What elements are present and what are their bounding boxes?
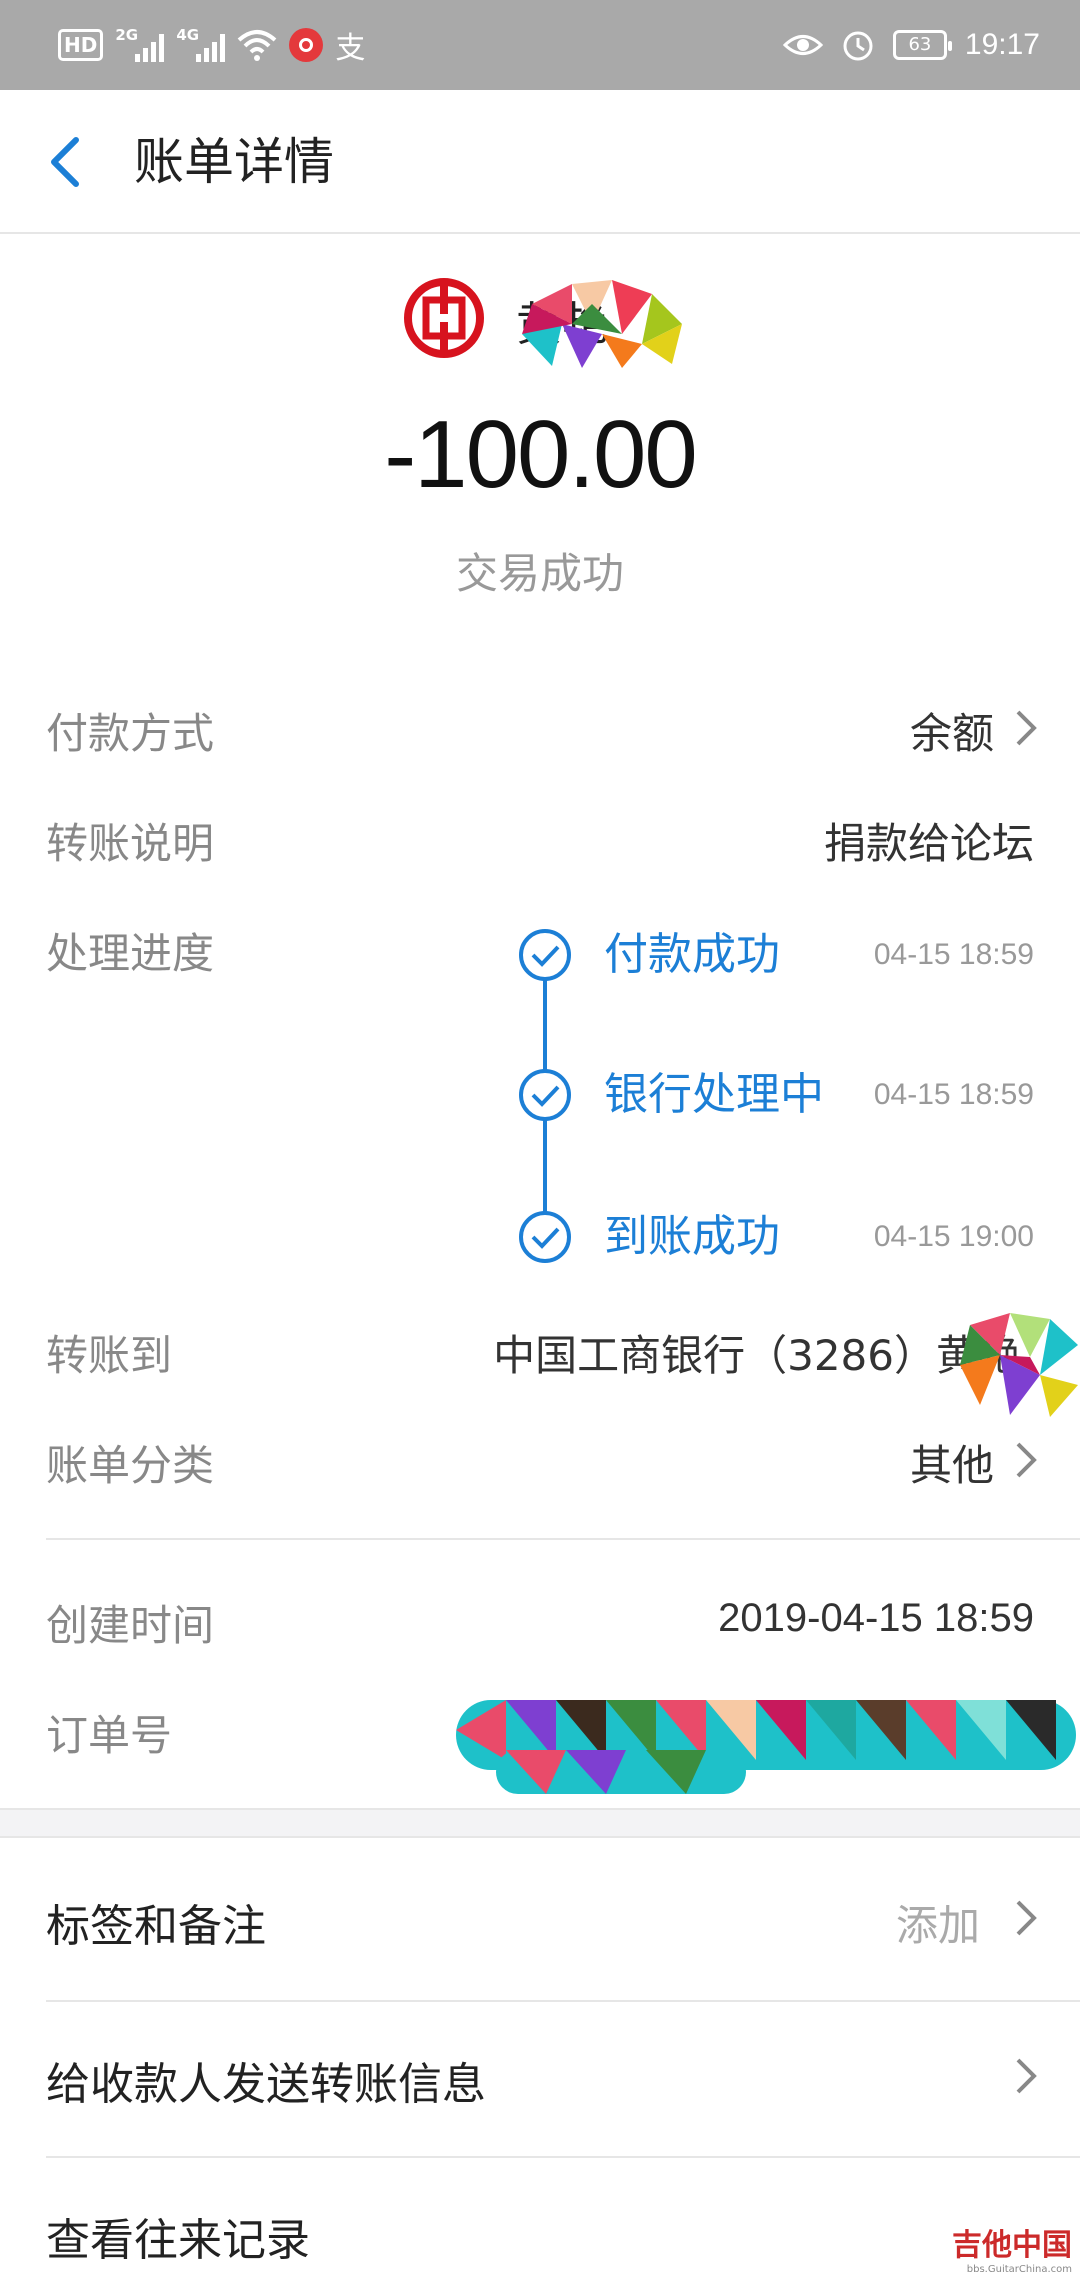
history-label: 查看往来记录: [46, 2215, 310, 2266]
transaction-status: 交易成功: [455, 549, 624, 598]
transfer-to-label: 转账到: [46, 1331, 173, 1380]
battery-icon: 63: [892, 30, 952, 60]
category-value: 其他: [909, 1441, 994, 1490]
section-gap: [0, 1808, 1080, 1838]
network-type-label: 2G: [115, 26, 139, 44]
check-circle-icon: [519, 1069, 571, 1121]
progress-step-label: 银行处理中: [604, 1069, 824, 1120]
watermark-sub: bbs.GuitarChina.com: [966, 2264, 1072, 2275]
payment-method-value: 余额: [909, 709, 994, 758]
hd-badge: HD: [58, 29, 104, 61]
icbc-logo-icon: [404, 278, 484, 358]
progress-step: 到账成功 04-15 19:00: [518, 1210, 1080, 1270]
created-time-label: 创建时间: [46, 1601, 215, 1650]
eye-icon: [782, 35, 823, 55]
chevron-right-icon: [1016, 710, 1037, 746]
signal-2g-icon: 2G: [115, 26, 165, 62]
transfer-note-label: 转账说明: [46, 819, 215, 868]
divider: [46, 1538, 1080, 1540]
redaction-scribble: [960, 1313, 1078, 1417]
watermark: 吉他中国 bbs.GuitarChina.com: [932, 2220, 1072, 2275]
tags-notes-row[interactable]: 标签和备注 添加: [0, 1866, 1080, 1976]
transfer-note-value: 捐款给论坛: [823, 819, 1034, 868]
status-bar-left: HD 2G 4G 支: [58, 22, 365, 68]
watermark-text: 吉他中国: [952, 2228, 1072, 2263]
divider: [46, 2156, 1080, 2158]
network-type-label: 4G: [176, 26, 200, 44]
status-bar-right: 63 19:17: [782, 22, 1040, 68]
payment-method-row[interactable]: 付款方式 余额: [0, 700, 1080, 760]
wifi-icon: [238, 30, 277, 61]
chevron-right-icon: [1016, 1900, 1037, 1936]
payment-method-label: 付款方式: [46, 709, 215, 758]
progress-step: 付款成功 04-15 18:59: [518, 928, 1080, 988]
send-info-label: 给收款人发送转账信息: [46, 2059, 486, 2110]
page-title: 账单详情: [134, 133, 334, 191]
transfer-note-row: 转账说明 捐款给论坛: [0, 810, 1080, 870]
progress-step: 银行处理中 04-15 18:59: [518, 1068, 1080, 1128]
history-row[interactable]: 查看往来记录: [0, 2180, 1080, 2280]
back-arrow-icon[interactable]: [46, 134, 86, 190]
chevron-right-icon: [1016, 2058, 1037, 2094]
clock: 19:17: [964, 28, 1040, 61]
alarm-icon: [843, 31, 873, 61]
payee-header: 黄艳: [0, 270, 1080, 370]
amount: -100.00: [384, 401, 698, 508]
progress-step-label: 付款成功: [604, 929, 780, 980]
redaction-scribble: [456, 1700, 1076, 1794]
progress-step-time: 04-15 18:59: [873, 938, 1034, 971]
progress-step-time: 04-15 18:59: [873, 1078, 1034, 1111]
tags-notes-hint: 添加: [895, 1901, 980, 1950]
send-info-row[interactable]: 给收款人发送转账信息: [0, 2024, 1080, 2134]
category-row[interactable]: 账单分类 其他: [0, 1432, 1080, 1492]
created-time-value: 2019-04-15 18:59: [718, 1596, 1034, 1640]
check-circle-icon: [519, 1211, 571, 1263]
progress-label: 处理进度: [46, 929, 215, 978]
alipay-icon: 支: [335, 31, 366, 66]
order-number-label: 订单号: [46, 1711, 173, 1760]
created-time-row: 创建时间 2019-04-15 18:59: [0, 1592, 1080, 1652]
transfer-to-row: 转账到 中国工商银行（3286）黄艳: [0, 1322, 1080, 1382]
check-circle-icon: [519, 929, 571, 981]
app-header: 账单详情: [0, 90, 1080, 234]
netease-music-icon: [289, 28, 324, 62]
progress-step-time: 04-15 19:00: [873, 1220, 1034, 1253]
redaction-scribble: [522, 280, 682, 368]
chevron-right-icon: [1016, 1442, 1037, 1478]
divider: [46, 2000, 1080, 2002]
tags-notes-label: 标签和备注: [46, 1901, 266, 1952]
progress-step-label: 到账成功: [604, 1211, 780, 1262]
category-label: 账单分类: [46, 1441, 215, 1490]
signal-4g-icon: 4G: [176, 26, 226, 62]
status-bar: HD 2G 4G 支 63 19:17: [0, 0, 1080, 90]
